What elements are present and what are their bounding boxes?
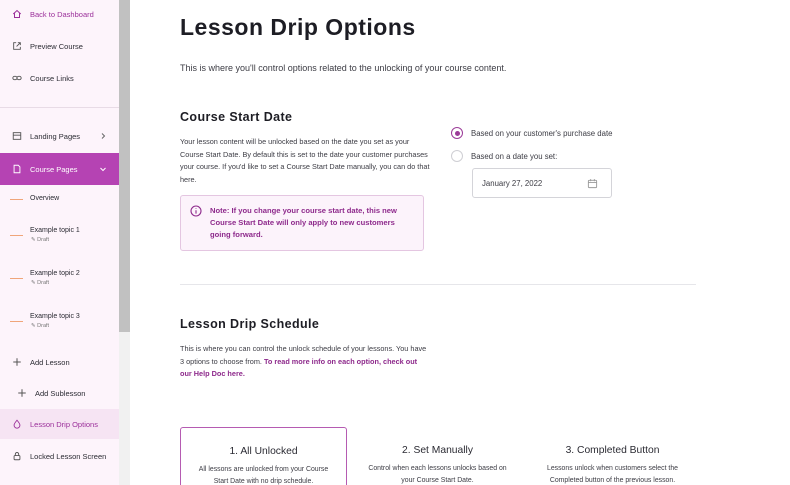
radio-date-you-set[interactable]: Based on a date you set:: [451, 150, 557, 162]
sidebar-item-back-to-dashboard[interactable]: Back to Dashboard: [0, 4, 119, 24]
sidebar-item-label: Example topic 2: [30, 270, 80, 277]
start-date-note: Note: If you change your course start da…: [180, 195, 424, 251]
draft-badge: ✎ Draft: [31, 237, 50, 243]
note-text: Note: If you change your course start da…: [210, 206, 397, 239]
tree-line: [10, 321, 23, 322]
sidebar-item-label: Lesson Drip Options: [30, 419, 98, 429]
sidebar-item-label: Course Pages: [30, 164, 78, 174]
radio-label: Based on a date you set:: [471, 151, 558, 161]
sidebar-item-label: Preview Course: [30, 41, 83, 51]
sidebar-item-label: Back to Dashboard: [30, 9, 94, 19]
drop-icon: [11, 418, 23, 430]
sidebar-divider: [0, 107, 119, 108]
add-sublesson-button[interactable]: Add Sublesson: [0, 383, 119, 403]
page-icon: [11, 163, 23, 175]
add-lesson-button[interactable]: Add Lesson: [0, 352, 119, 372]
page-title: Lesson Drip Options: [180, 14, 416, 40]
sidebar-item-label: Landing Pages: [30, 131, 81, 141]
sidebar-item-topic-3[interactable]: Example topic 3 ✎ Draft: [0, 308, 119, 338]
tree-line: [10, 235, 23, 236]
lesson-drip-schedule-heading: Lesson Drip Schedule: [180, 317, 320, 331]
course-start-date-heading: Course Start Date: [180, 110, 293, 124]
radio-button[interactable]: [451, 150, 463, 162]
sidebar-item-label: Example topic 1: [30, 227, 80, 234]
draft-badge: ✎ Draft: [31, 323, 50, 329]
sidebar-scrollbar[interactable]: [119, 0, 130, 485]
card-description: Control when each lessons unlocks based …: [368, 465, 507, 484]
chevron-right-icon: [101, 133, 106, 139]
start-date-input[interactable]: January 27, 2022: [472, 168, 612, 198]
sidebar-item-topic-1[interactable]: Example topic 1 ✎ Draft: [0, 222, 119, 252]
scrollbar-thumb[interactable]: [119, 0, 130, 332]
sidebar-item-label: Add Sublesson: [35, 388, 86, 398]
card-title: 3. Completed Button: [565, 445, 660, 456]
card-title: 1. All Unlocked: [229, 446, 298, 457]
option-card-set-manually[interactable]: 2. Set Manually Control when each lesson…: [354, 427, 521, 485]
option-card-all-unlocked[interactable]: 1. All Unlocked All lessons are unlocked…: [180, 427, 347, 485]
sidebar-item-locked-lesson-screen[interactable]: Locked Lesson Screen: [0, 446, 119, 466]
lock-icon: [11, 450, 23, 462]
tree-line: [10, 278, 23, 279]
page-intro: This is where you'll control options rel…: [180, 63, 507, 73]
sidebar-item-topic-2[interactable]: Example topic 2 ✎ Draft: [0, 265, 119, 295]
lesson-drip-schedule-description: This is where you can control the unlock…: [180, 344, 427, 378]
sidebar-item-label: Course Links: [30, 73, 74, 83]
sidebar-item-label: Overview: [30, 195, 60, 202]
card-description: All lessons are unlocked from your Cours…: [198, 466, 329, 485]
card-title: 2. Set Manually: [402, 445, 473, 456]
radio-label: Based on your customer's purchase date: [471, 128, 613, 138]
tree-line: [10, 199, 23, 200]
course-start-date-description: Your lesson content will be unlocked bas…: [180, 137, 430, 184]
plus-icon: [11, 356, 23, 368]
draft-badge: ✎ Draft: [31, 280, 50, 286]
sidebar-item-preview-course[interactable]: Preview Course: [0, 36, 119, 56]
sidebar-item-overview[interactable]: Overview: [0, 190, 119, 210]
plus-icon: [16, 387, 28, 399]
card-description: Lessons unlock when customers select the…: [547, 465, 678, 484]
sidebar-item-course-pages[interactable]: Course Pages: [0, 153, 119, 185]
radio-button[interactable]: [451, 127, 463, 139]
layout-icon: [11, 130, 23, 142]
date-value: January 27, 2022: [482, 178, 543, 188]
main-content: Lesson Drip Options This is where you'll…: [130, 0, 790, 485]
calendar-icon[interactable]: [587, 178, 598, 189]
option-card-completed-button[interactable]: 3. Completed Button Lessons unlock when …: [529, 427, 696, 485]
chevron-down-icon: [100, 167, 106, 172]
sidebar-item-lesson-drip-options[interactable]: Lesson Drip Options: [0, 409, 119, 439]
sidebar-item-label: Add Lesson: [30, 357, 70, 367]
sidebar-item-landing-pages[interactable]: Landing Pages: [0, 126, 119, 146]
section-divider: [180, 284, 696, 285]
info-icon: [190, 205, 202, 217]
sidebar-item-label: Example topic 3: [30, 313, 80, 320]
sidebar: Back to Dashboard Preview Course Course …: [0, 0, 119, 485]
external-link-icon: [11, 40, 23, 52]
sidebar-item-label: Locked Lesson Screen: [30, 451, 107, 461]
link-icon: [11, 72, 23, 84]
home-icon: [11, 8, 23, 20]
radio-purchase-date[interactable]: Based on your customer's purchase date: [451, 127, 612, 139]
sidebar-item-course-links[interactable]: Course Links: [0, 68, 119, 88]
